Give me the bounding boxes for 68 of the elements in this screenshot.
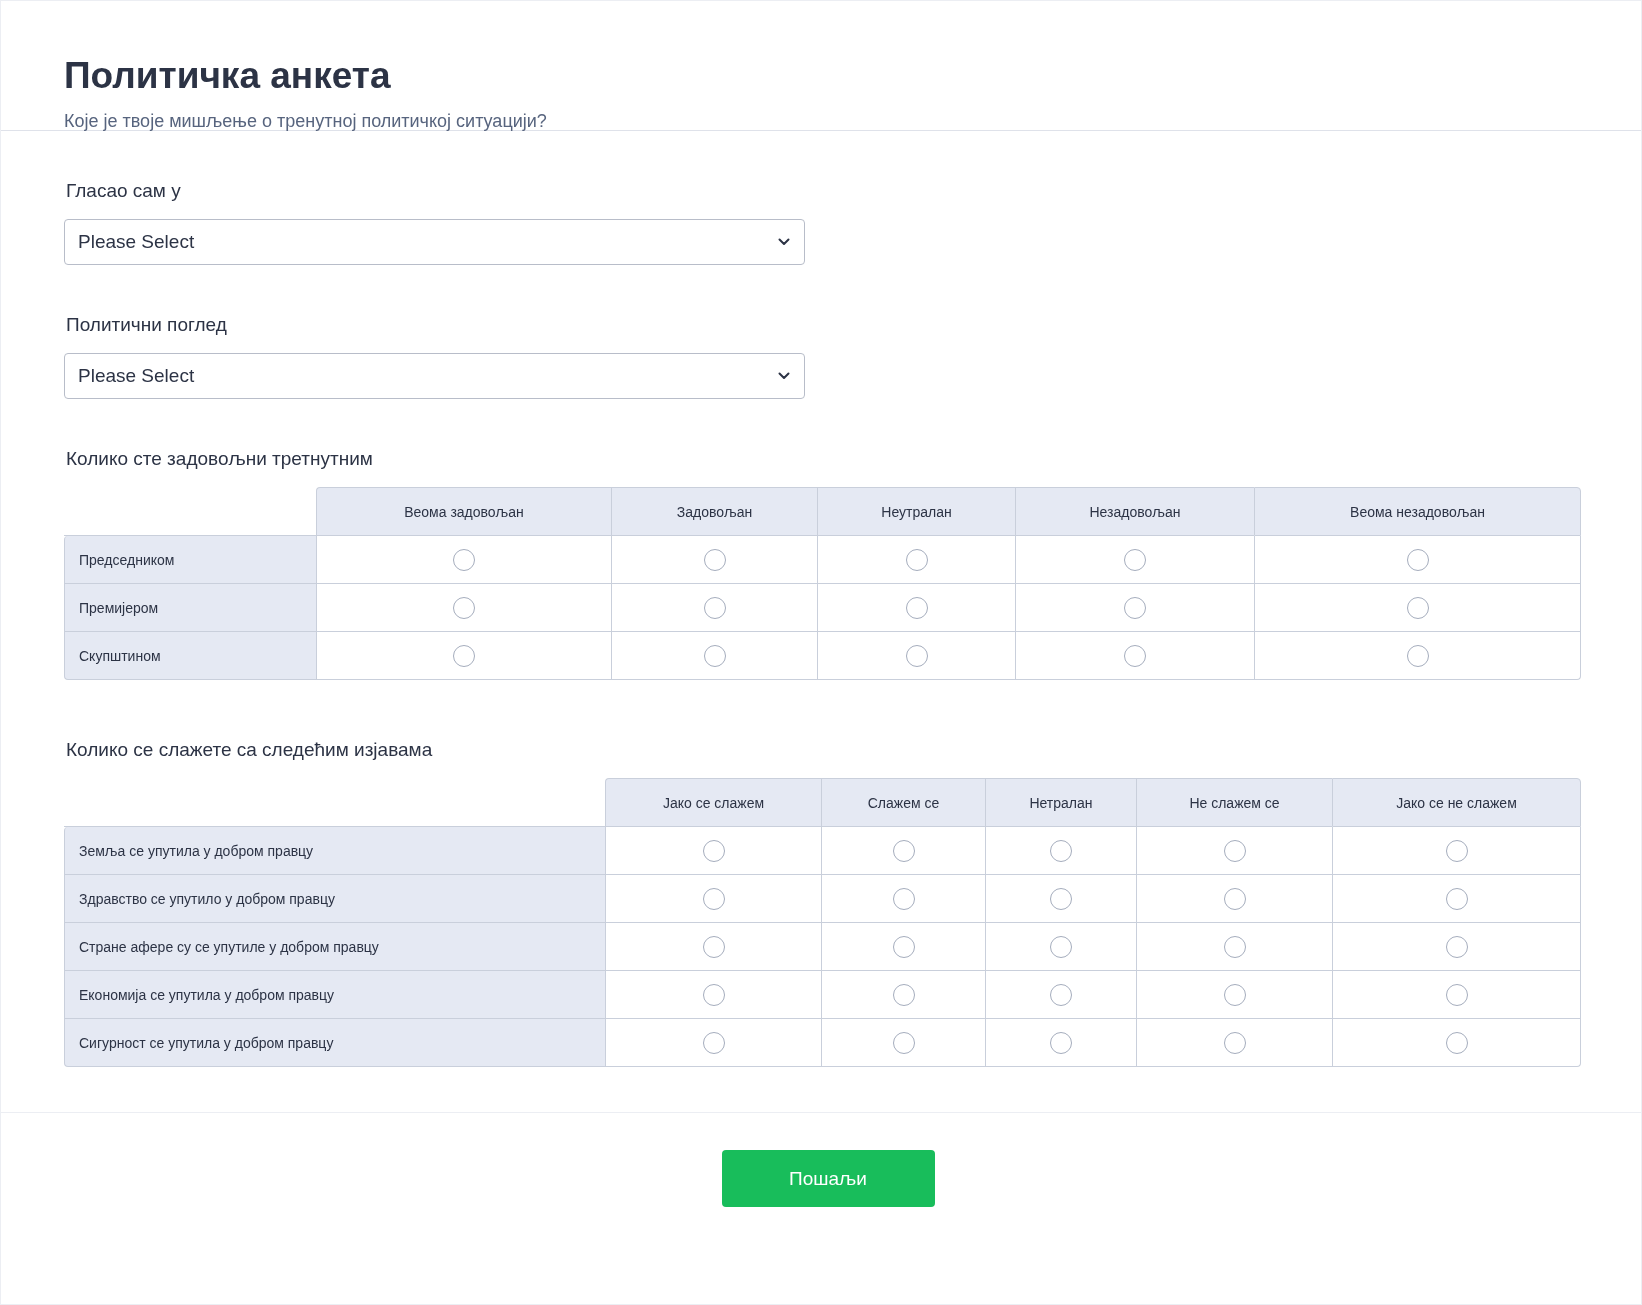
field-label: Колико сте задовољни третнутним (66, 447, 374, 471)
radio-button[interactable] (1124, 596, 1146, 619)
radio-button[interactable] (453, 548, 475, 571)
radio-button[interactable] (703, 596, 726, 619)
radio-button[interactable] (1223, 935, 1246, 958)
radio-button[interactable] (1445, 935, 1468, 958)
radio-button[interactable] (1050, 983, 1072, 1006)
column-header: Нетралан (985, 778, 1136, 827)
radio-button[interactable] (1050, 935, 1072, 958)
radio-button[interactable] (1406, 596, 1429, 619)
row-label: Стране афере су се упутиле у добром правцу (64, 923, 605, 971)
radio-button[interactable] (702, 839, 725, 862)
dropdown-field[interactable]: Please Select (64, 353, 805, 399)
row-label: Земља се упутила у добром правцу (64, 827, 605, 875)
radio-button[interactable] (1050, 839, 1072, 862)
column-header: Јако се не слажем (1332, 778, 1581, 827)
column-header: Незадовољан (1015, 487, 1254, 536)
radio-button[interactable] (892, 1031, 915, 1054)
radio-button[interactable] (905, 548, 928, 571)
radio-button[interactable] (702, 935, 725, 958)
radio-button[interactable] (1445, 839, 1468, 862)
radio-button[interactable] (892, 839, 915, 862)
form-subtitle: Које је твоје мишљење о тренутној политичкој ситуацији? (64, 110, 548, 133)
radio-button[interactable] (1223, 983, 1246, 1006)
column-header: Веома задовољан (316, 487, 611, 536)
radio-button[interactable] (702, 887, 725, 910)
radio-button[interactable] (1050, 1031, 1072, 1054)
radio-button[interactable] (1445, 1031, 1468, 1054)
radio-button[interactable] (453, 596, 475, 619)
row-label: Здравство се упутило у добром правцу (64, 875, 605, 923)
radio-button[interactable] (1223, 887, 1246, 910)
column-header: Јако се слажем (605, 778, 821, 827)
radio-button[interactable] (1050, 887, 1072, 910)
radio-button[interactable] (1445, 983, 1468, 1006)
radio-button[interactable] (703, 548, 726, 571)
row-label: Скупштином (64, 632, 316, 680)
radio-button[interactable] (1223, 1031, 1246, 1054)
radio-button[interactable] (892, 935, 915, 958)
radio-button[interactable] (702, 983, 725, 1006)
radio-button[interactable] (892, 983, 915, 1006)
column-header: Не слажем се (1136, 778, 1332, 827)
radio-button[interactable] (1124, 548, 1146, 571)
radio-button[interactable] (1124, 644, 1146, 667)
radio-button[interactable] (1406, 548, 1429, 571)
radio-button[interactable] (892, 887, 915, 910)
field-label: Гласао сам у (66, 179, 182, 203)
chevron-down-icon (778, 238, 790, 246)
radio-button[interactable] (905, 596, 928, 619)
form-title: Политичка анкета (64, 54, 392, 98)
row-label: Економија се упутила у добром правцу (64, 971, 605, 1019)
radio-button[interactable] (1406, 644, 1429, 667)
column-header: Неутралан (817, 487, 1015, 536)
field-label: Политични поглед (66, 313, 228, 337)
radio-button[interactable] (1223, 839, 1246, 862)
dropdown-field[interactable]: Please Select (64, 219, 805, 265)
column-header: Задовољан (611, 487, 817, 536)
radio-button[interactable] (703, 644, 726, 667)
radio-button[interactable] (702, 1031, 725, 1054)
column-header: Слажем се (821, 778, 985, 827)
row-label: Сигурност се упутила у добром правцу (64, 1019, 605, 1067)
column-header: Веома незадовољан (1254, 487, 1581, 536)
radio-button[interactable] (1445, 887, 1468, 910)
row-label: Премијером (64, 584, 316, 632)
row-label: Председником (64, 536, 316, 584)
field-label: Колико се слажете са следећим изјавама (66, 738, 434, 762)
radio-button[interactable] (905, 644, 928, 667)
radio-button[interactable] (453, 644, 475, 667)
chevron-down-icon (778, 372, 790, 380)
